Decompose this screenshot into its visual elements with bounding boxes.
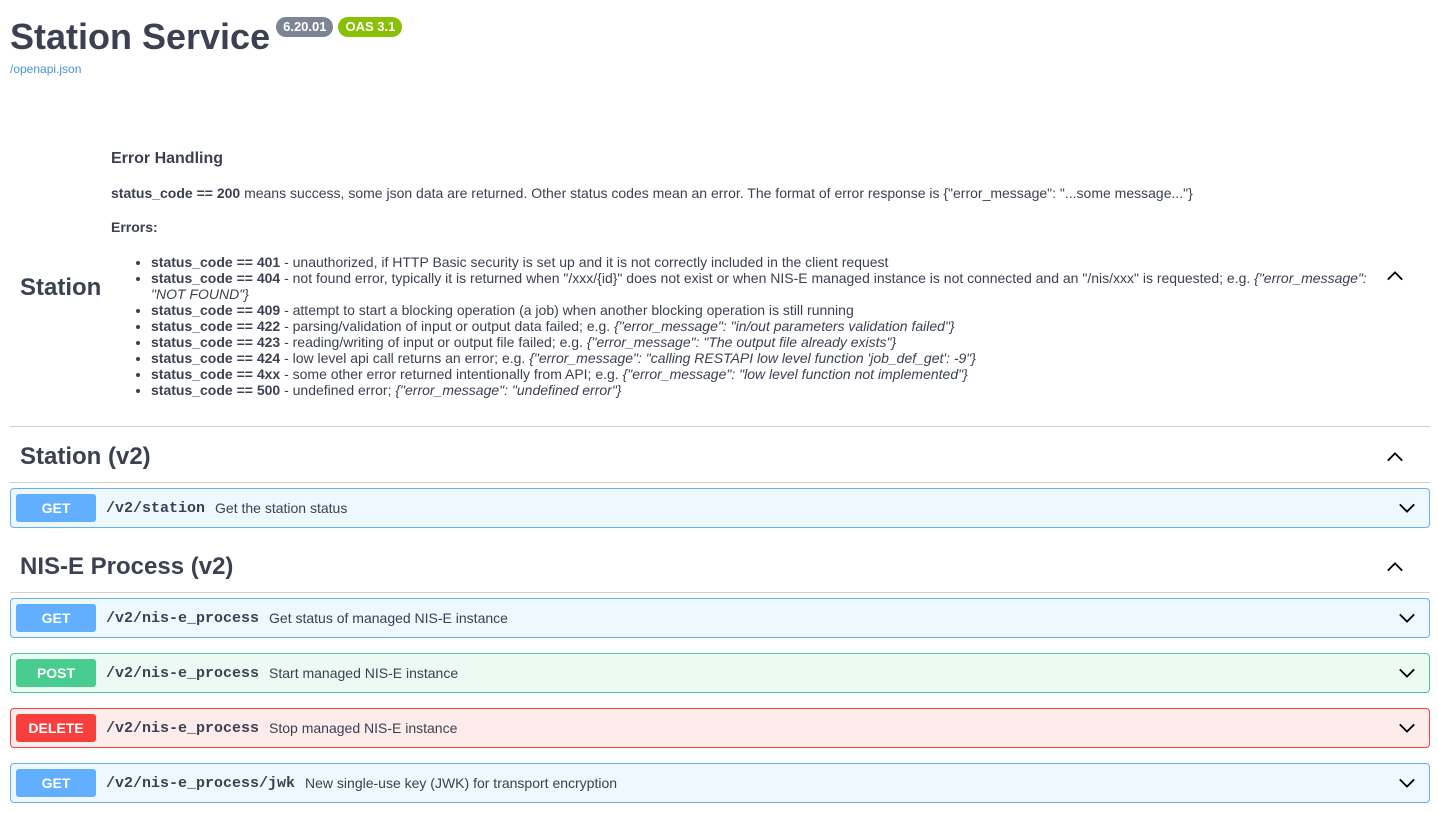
page-title: Station Service <box>10 16 271 57</box>
list-item: status_code == 500 - undefined error; {"… <box>151 382 1371 398</box>
chevron-down-icon[interactable] <box>1398 719 1416 737</box>
intro-text: means success, some json data are return… <box>240 185 1193 201</box>
list-item: status_code == 401 - unauthorized, if HT… <box>151 254 1371 270</box>
errors-list: status_code == 401 - unauthorized, if HT… <box>111 254 1371 398</box>
operation-summary: Get the station status <box>215 500 348 516</box>
tag-nis-e-process-v2: NIS-E Process (v2) <box>10 542 1430 593</box>
method-badge: DELETE <box>16 714 96 742</box>
method-badge: GET <box>16 769 96 797</box>
error-text: - parsing/validation of input or output … <box>280 318 615 334</box>
api-info: Station Service 6.20.01 OAS 3.1 /openapi… <box>10 14 403 76</box>
operation-summary: Start managed NIS-E instance <box>269 665 459 681</box>
error-code: status_code == 401 <box>151 254 281 270</box>
tag-header-station[interactable]: Station Error Handling status_code == 20… <box>10 150 1430 427</box>
error-example: {"error_message": "calling RESTAPI low l… <box>529 350 976 366</box>
list-item: status_code == 409 - attempt to start a … <box>151 302 1371 318</box>
error-text: - low level api call returns an error; e… <box>280 350 530 366</box>
method-badge: GET <box>16 604 96 632</box>
list-item: status_code == 4xx - some other error re… <box>151 366 1371 382</box>
operation-delete-nis-e-process[interactable]: DELETE /v2/nis-e_process Stop managed NI… <box>10 708 1430 748</box>
error-code: status_code == 500 <box>151 382 281 398</box>
method-badge: POST <box>16 659 96 687</box>
operation-get-v2-station[interactable]: GET /v2/station Get the station status <box>10 488 1430 528</box>
error-example: {"error_message": "low level function no… <box>622 366 968 382</box>
operation-path: /v2/nis-e_process <box>106 719 260 737</box>
operation-summary: Get status of managed NIS-E instance <box>269 610 508 626</box>
oas-badge: OAS 3.1 <box>338 17 403 37</box>
description-heading: Error Handling <box>111 150 224 167</box>
error-example: {"error_message": "The output file alrea… <box>586 334 897 350</box>
chevron-up-icon[interactable] <box>1386 448 1404 466</box>
chevron-up-icon[interactable] <box>1386 267 1404 285</box>
operation-path: /v2/station <box>106 499 206 517</box>
errors-label-text: Errors: <box>111 219 158 235</box>
tag-name: Station <box>20 274 102 301</box>
operation-path: /v2/nis-e_process/jwk <box>106 774 296 792</box>
error-code: status_code == 424 <box>151 350 281 366</box>
list-item: status_code == 423 - reading/writing of … <box>151 334 1371 350</box>
openapi-json-link[interactable]: /openapi.json <box>10 62 402 76</box>
chevron-down-icon[interactable] <box>1398 609 1416 627</box>
description-intro: status_code == 200 means success, some j… <box>111 184 1371 202</box>
operation-summary: New single-use key (JWK) for transport e… <box>305 775 618 791</box>
error-text: - not found error, typically it is retur… <box>280 270 1255 286</box>
operation-post-nis-e-process[interactable]: POST /v2/nis-e_process Start managed NIS… <box>10 653 1430 693</box>
chevron-down-icon[interactable] <box>1398 774 1416 792</box>
tag-station: Station Error Handling status_code == 20… <box>10 150 1430 427</box>
operation-get-nis-e-process[interactable]: GET /v2/nis-e_process Get status of mana… <box>10 598 1430 638</box>
method-badge: GET <box>16 494 96 522</box>
chevron-down-icon[interactable] <box>1398 499 1416 517</box>
operation-path: /v2/nis-e_process <box>106 609 260 627</box>
intro-status-code: status_code == 200 <box>111 185 241 201</box>
list-item: status_code == 422 - parsing/validation … <box>151 318 1371 334</box>
tag-name: Station (v2) <box>20 443 151 470</box>
operation-summary: Stop managed NIS-E instance <box>269 720 458 736</box>
chevron-down-icon[interactable] <box>1398 664 1416 682</box>
tag-name: NIS-E Process (v2) <box>20 553 234 580</box>
error-code: status_code == 422 <box>151 318 281 334</box>
tag-station-v2: Station (v2) <box>10 432 1430 483</box>
chevron-up-icon[interactable] <box>1386 558 1404 576</box>
operation-path: /v2/nis-e_process <box>106 664 260 682</box>
error-text: - some other error returned intentionall… <box>280 366 623 382</box>
tag-header-nis-e-process-v2[interactable]: NIS-E Process (v2) <box>10 542 1430 593</box>
operation-get-nis-e-process-jwk[interactable]: GET /v2/nis-e_process/jwk New single-use… <box>10 763 1430 803</box>
error-text: - undefined error; <box>280 382 396 398</box>
error-code: status_code == 423 <box>151 334 281 350</box>
error-example: {"error_message": "undefined error"} <box>395 382 622 398</box>
list-item: status_code == 424 - low level api call … <box>151 350 1371 366</box>
error-code: status_code == 4xx <box>151 366 281 382</box>
list-item: status_code == 404 - not found error, ty… <box>151 270 1371 302</box>
errors-label: Errors: <box>111 218 1371 236</box>
tag-description: Error Handling status_code == 200 means … <box>111 150 1371 398</box>
error-text: - reading/writing of input or output fil… <box>280 334 587 350</box>
version-badge: 6.20.01 <box>276 17 334 37</box>
error-text: - attempt to start a blocking operation … <box>280 302 854 318</box>
error-example: {"error_message": "in/out parameters val… <box>614 318 955 334</box>
error-text: - unauthorized, if HTTP Basic security i… <box>280 254 889 270</box>
tag-header-station-v2[interactable]: Station (v2) <box>10 432 1430 483</box>
error-code: status_code == 409 <box>151 302 281 318</box>
error-code: status_code == 404 <box>151 270 281 286</box>
